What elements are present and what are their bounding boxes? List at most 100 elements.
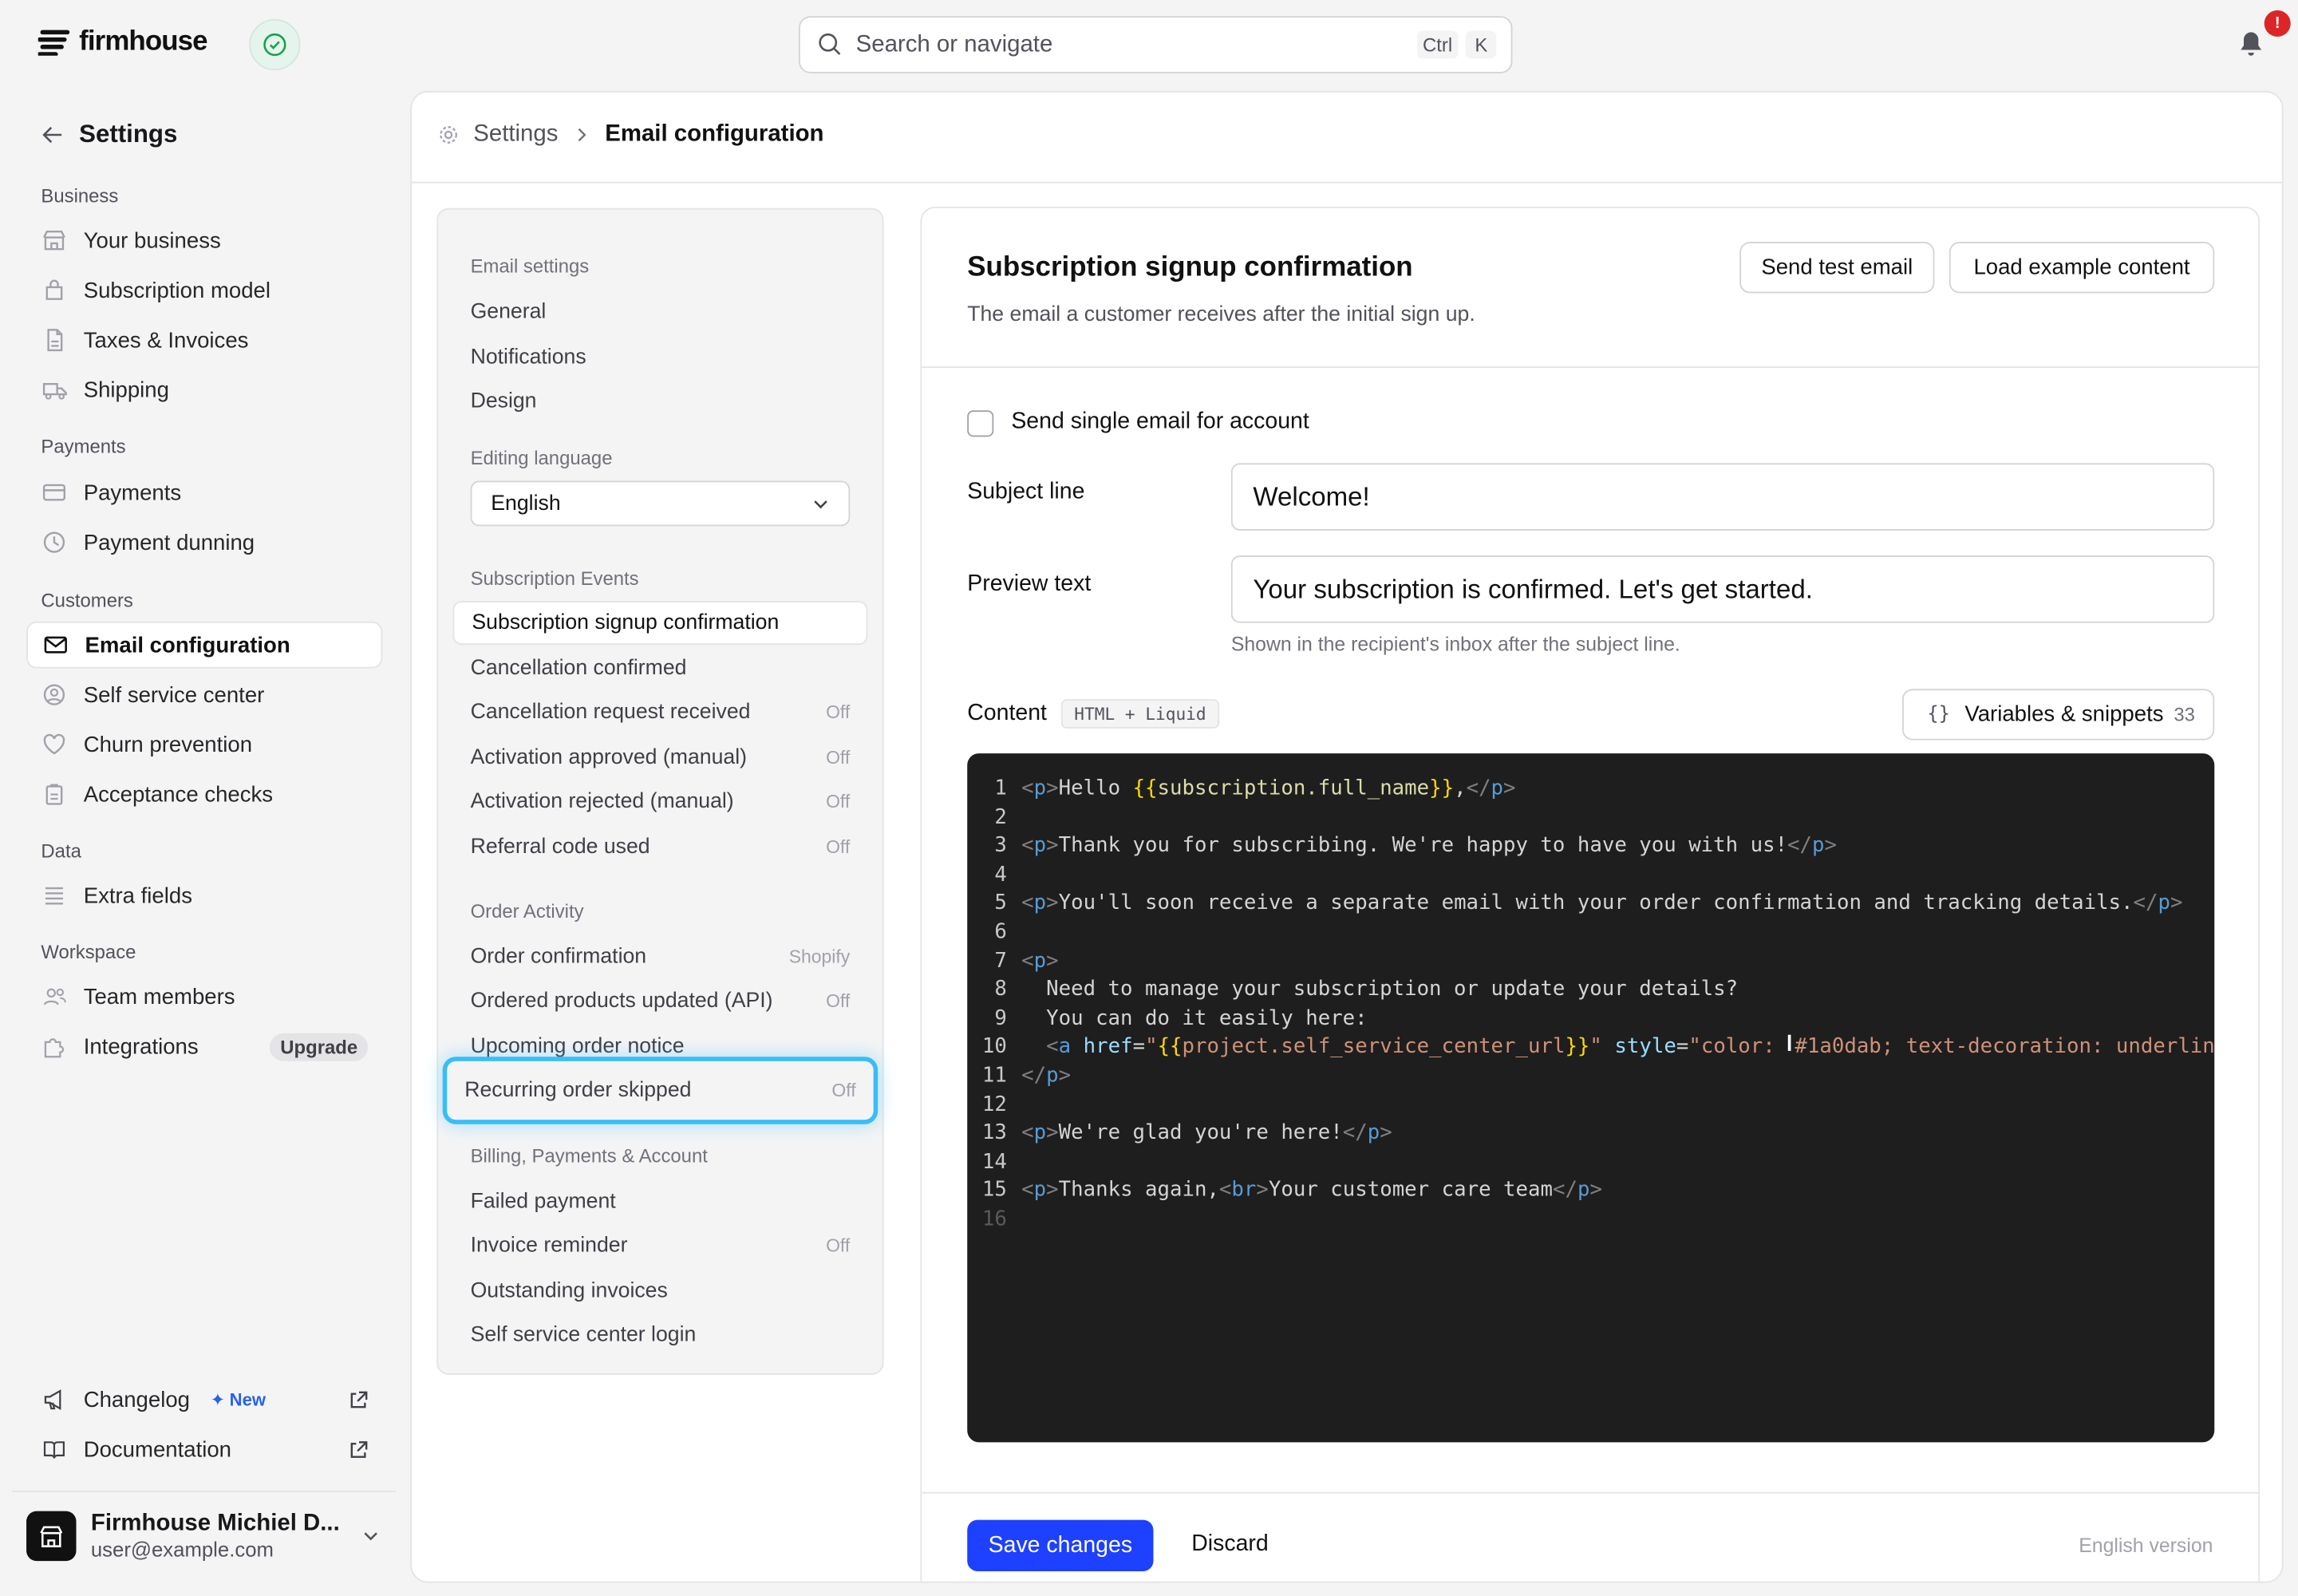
email-nav-order-confirmation[interactable]: Order confirmation Shopify	[453, 935, 868, 979]
sidebar-item-your-business[interactable]: Your business	[26, 217, 382, 264]
code-line: 4	[994, 863, 1007, 887]
truck-icon	[41, 377, 67, 403]
firmhouse-logo[interactable]: firmhouse	[38, 26, 208, 58]
email-nav-notifications[interactable]: Notifications	[453, 336, 868, 380]
sidebar-item-acceptance-checks[interactable]: Acceptance checks	[26, 771, 382, 818]
email-nav-label: Activation rejected (manual)	[470, 789, 734, 814]
email-nav-self-service-login[interactable]: Self service center login	[453, 1314, 868, 1357]
email-nav-label: Failed payment	[470, 1190, 616, 1214]
sidebar-item-label: Payment dunning	[83, 529, 255, 555]
load-example-button[interactable]: Load example content	[1949, 242, 2215, 294]
credit-card-icon	[41, 480, 67, 506]
breadcrumb-current: Email configuration	[605, 121, 824, 147]
sidebar-item-team-members[interactable]: Team members	[26, 974, 382, 1021]
clipboard-icon	[41, 781, 67, 808]
email-nav-design[interactable]: Design	[453, 380, 868, 424]
sidebar-item-taxes-invoices[interactable]: Taxes & Invoices	[26, 317, 382, 364]
sidebar-item-label: Your business	[83, 227, 221, 253]
sidebar-item-integrations[interactable]: Integrations Upgrade	[26, 1023, 382, 1070]
single-email-label: Send single email for account	[1011, 409, 1309, 434]
email-nav-label: Notifications	[470, 346, 586, 369]
single-email-checkbox[interactable]	[967, 410, 994, 437]
search-placeholder: Search or navigate	[855, 31, 1053, 57]
email-title: Subscription signup confirmation	[967, 251, 1413, 283]
code-editor[interactable]: 1 < p > Hello {{subscription.full_name}}, </p…	[967, 753, 2215, 1443]
account-email: user@example.com	[90, 1537, 274, 1562]
sidebar-item-email-configuration[interactable]: Email configuration	[26, 621, 383, 669]
sidebar-item-shipping[interactable]: Shipping	[26, 366, 382, 413]
puzzle-icon	[41, 1033, 67, 1060]
email-nav-label: Cancellation request received	[470, 700, 751, 725]
email-nav-activation-approved[interactable]: Activation approved (manual) Off	[453, 736, 868, 780]
sidebar-item-payment-dunning[interactable]: Payment dunning	[26, 519, 382, 566]
email-nav-cancellation-confirmed[interactable]: Cancellation confirmed	[453, 646, 868, 690]
gear-icon	[438, 124, 459, 145]
section-data: Data	[41, 839, 81, 862]
users-icon	[41, 983, 67, 1009]
email-nav-invoice-reminder[interactable]: Invoice reminder Off	[453, 1224, 868, 1268]
color-swatch	[1787, 1035, 1791, 1052]
sidebar-item-churn-prevention[interactable]: Churn prevention	[26, 721, 382, 768]
email-nav-label: Subscription signup confirmation	[472, 610, 780, 635]
email-subtitle: The email a customer receives after the …	[967, 303, 1475, 327]
arrow-left-icon	[42, 126, 62, 144]
back-to-settings[interactable]: Settings	[41, 120, 177, 150]
email-nav-activation-rejected[interactable]: Activation rejected (manual) Off	[453, 780, 868, 824]
section-business: Business	[41, 184, 119, 207]
sidebar-item-label: Shipping	[83, 377, 169, 403]
email-nav-outstanding-invoices[interactable]: Outstanding invoices	[453, 1270, 868, 1314]
email-nav-referral-code[interactable]: Referral code used Off	[453, 825, 868, 869]
store-icon	[41, 227, 67, 254]
account-switcher[interactable]: Firmhouse Michiel D... user@example.com	[11, 1490, 396, 1578]
code-line: 7 < p >	[994, 949, 1059, 973]
email-nav-general[interactable]: General	[453, 290, 868, 334]
code-line: 8 Need to manage your subscription or up…	[994, 978, 1739, 1001]
preview-input[interactable]: Your subscription is confirmed. Let's ge…	[1230, 555, 2215, 623]
sidebar-item-changelog[interactable]: Changelog ✦ New	[26, 1377, 382, 1424]
sidebar-item-documentation[interactable]: Documentation	[26, 1426, 382, 1473]
variables-count: 33	[2174, 703, 2195, 726]
search-bar[interactable]: Search or navigate Ctrl K	[799, 16, 1513, 73]
brand-name: firmhouse	[79, 26, 207, 57]
chevron-down-icon	[361, 1525, 381, 1546]
email-nav-cancellation-request[interactable]: Cancellation request received Off	[453, 690, 868, 734]
email-nav-failed-payment[interactable]: Failed payment	[453, 1180, 868, 1224]
email-nav-recurring-order-skipped[interactable]: Recurring order skipped Off	[447, 1061, 873, 1120]
send-test-email-button[interactable]: Send test email	[1739, 242, 1935, 294]
email-nav-label: Invoice reminder	[470, 1234, 628, 1258]
status-indicator[interactable]	[249, 18, 301, 71]
notification-badge: !	[2264, 10, 2291, 37]
email-nav-ordered-products-updated[interactable]: Ordered products updated (API) Off	[453, 979, 868, 1023]
code-line: 16	[981, 1207, 1007, 1231]
email-nav-subscription-signup[interactable]: Subscription signup confirmation	[452, 601, 868, 646]
variables-label: Variables & snippets	[1964, 701, 2164, 728]
sidebar-item-subscription-model[interactable]: Subscription model	[26, 267, 382, 314]
upgrade-badge: Upgrade	[270, 1032, 369, 1061]
sidebar-item-label: Subscription model	[83, 278, 271, 303]
notifications-button[interactable]	[2237, 30, 2266, 66]
save-changes-button[interactable]: Save changes	[967, 1519, 1154, 1571]
avatar	[26, 1510, 77, 1561]
settings-sidebar: Settings Business Your business Subscrip…	[0, 91, 410, 1596]
language-value: English	[491, 492, 561, 516]
divider	[922, 366, 2259, 369]
language-select[interactable]: English	[470, 480, 851, 527]
breadcrumb-settings[interactable]: Settings	[473, 121, 558, 148]
sidebar-item-label: Extra fields	[83, 883, 192, 908]
section-email-settings: Email settings	[470, 255, 590, 278]
sidebar-item-self-service-center[interactable]: Self service center	[26, 671, 382, 718]
chevron-right-icon	[573, 126, 590, 144]
content-label: Content	[967, 700, 1047, 726]
code-line: 2	[994, 805, 1007, 829]
code-line: 6	[994, 920, 1007, 944]
breadcrumb: Settings Email configuration	[438, 121, 824, 148]
sidebar-item-extra-fields[interactable]: Extra fields	[26, 872, 382, 919]
new-badge-label: New	[229, 1389, 267, 1410]
sidebar-item-payments[interactable]: Payments	[26, 469, 382, 516]
heart-icon	[41, 732, 67, 758]
variables-snippets-button[interactable]: {} Variables & snippets 33	[1902, 689, 2215, 741]
discard-button[interactable]: Discard	[1191, 1531, 1269, 1558]
new-badge: ✦ New	[211, 1389, 266, 1410]
subject-input[interactable]: Welcome!	[1230, 463, 2215, 531]
email-nav-label: Cancellation confirmed	[470, 656, 687, 681]
